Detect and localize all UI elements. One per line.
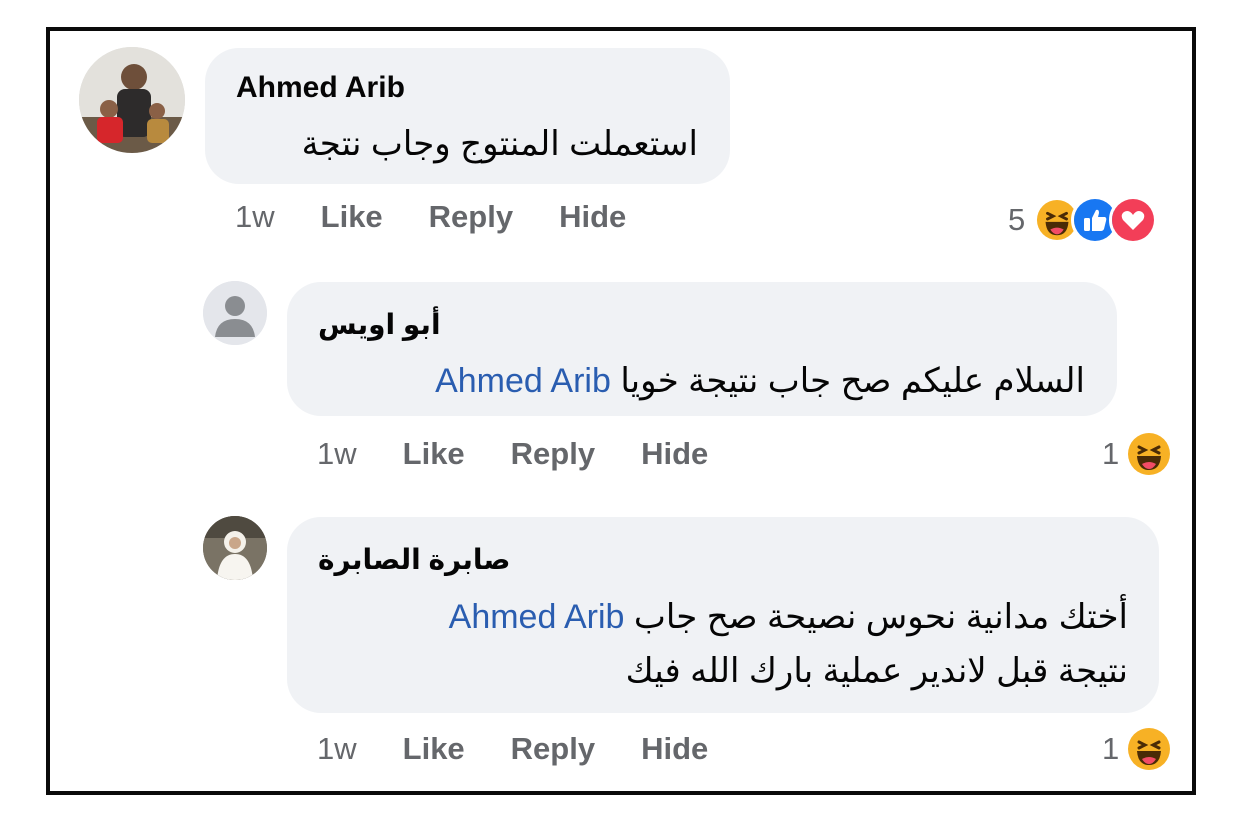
avatar[interactable] — [79, 47, 185, 153]
hide-button[interactable]: Hide — [641, 731, 708, 767]
like-button[interactable]: Like — [403, 436, 465, 472]
comment-text: استعملت المنتوج وجاب نتجة — [301, 125, 698, 163]
comment-author[interactable]: أبو اويس — [318, 308, 441, 341]
comment-actions: 1w Like Reply Hide — [317, 731, 754, 767]
comment-timestamp[interactable]: 1w — [235, 199, 275, 235]
reaction-count: 5 — [1008, 202, 1026, 237]
comment-timestamp[interactable]: 1w — [317, 436, 357, 472]
love-icon — [1109, 196, 1158, 244]
default-avatar-icon — [203, 281, 267, 345]
comment-author[interactable]: صابرة الصابرة — [318, 543, 511, 576]
reply-button[interactable]: Reply — [511, 436, 595, 472]
comment-body: السلام عليكم صح جاب نتيجة خويا — [620, 362, 1085, 400]
reaction-count: 1 — [1102, 436, 1120, 471]
like-button[interactable]: Like — [321, 199, 383, 235]
reaction-count: 1 — [1102, 731, 1120, 766]
haha-icon — [1127, 727, 1171, 771]
haha-icon — [1127, 432, 1171, 476]
profile-photo — [203, 516, 267, 580]
profile-photo — [79, 47, 185, 153]
reaction-icons — [1033, 196, 1158, 244]
mention-link[interactable]: Ahmed Arib — [435, 362, 611, 400]
like-button[interactable]: Like — [403, 731, 465, 767]
reaction-summary[interactable]: 5 — [1008, 196, 1158, 244]
comment-body: أختك مدانية نحوس نصيحة صح جاب — [633, 598, 1128, 636]
hide-button[interactable]: Hide — [559, 199, 626, 235]
hide-button[interactable]: Hide — [641, 436, 708, 472]
comment-text-line-2: نتيجة قبل لاندير عملية بارك الله فيك — [625, 652, 1128, 690]
comment-actions: 1w Like Reply Hide — [235, 199, 672, 235]
reply-button[interactable]: Reply — [429, 199, 513, 235]
comment-text: أختك مدانية نحوس نصيحة صح جاب Ahmed Arib… — [298, 594, 1128, 694]
reaction-summary[interactable]: 1 — [1102, 727, 1171, 771]
comment-text: السلام عليكم صح جاب نتيجة خويا Ahmed Ari… — [305, 358, 1085, 404]
comment-author[interactable]: Ahmed Arib — [236, 71, 405, 105]
avatar[interactable] — [203, 281, 267, 345]
comment-text-line-1: أختك مدانية نحوس نصيحة صح جاب Ahmed Arib — [298, 594, 1128, 640]
reply-button[interactable]: Reply — [511, 731, 595, 767]
comment-timestamp[interactable]: 1w — [317, 731, 357, 767]
avatar[interactable] — [203, 516, 267, 580]
comment-actions: 1w Like Reply Hide — [317, 436, 754, 472]
mention-link[interactable]: Ahmed Arib — [449, 598, 625, 636]
reaction-summary[interactable]: 1 — [1102, 432, 1171, 476]
